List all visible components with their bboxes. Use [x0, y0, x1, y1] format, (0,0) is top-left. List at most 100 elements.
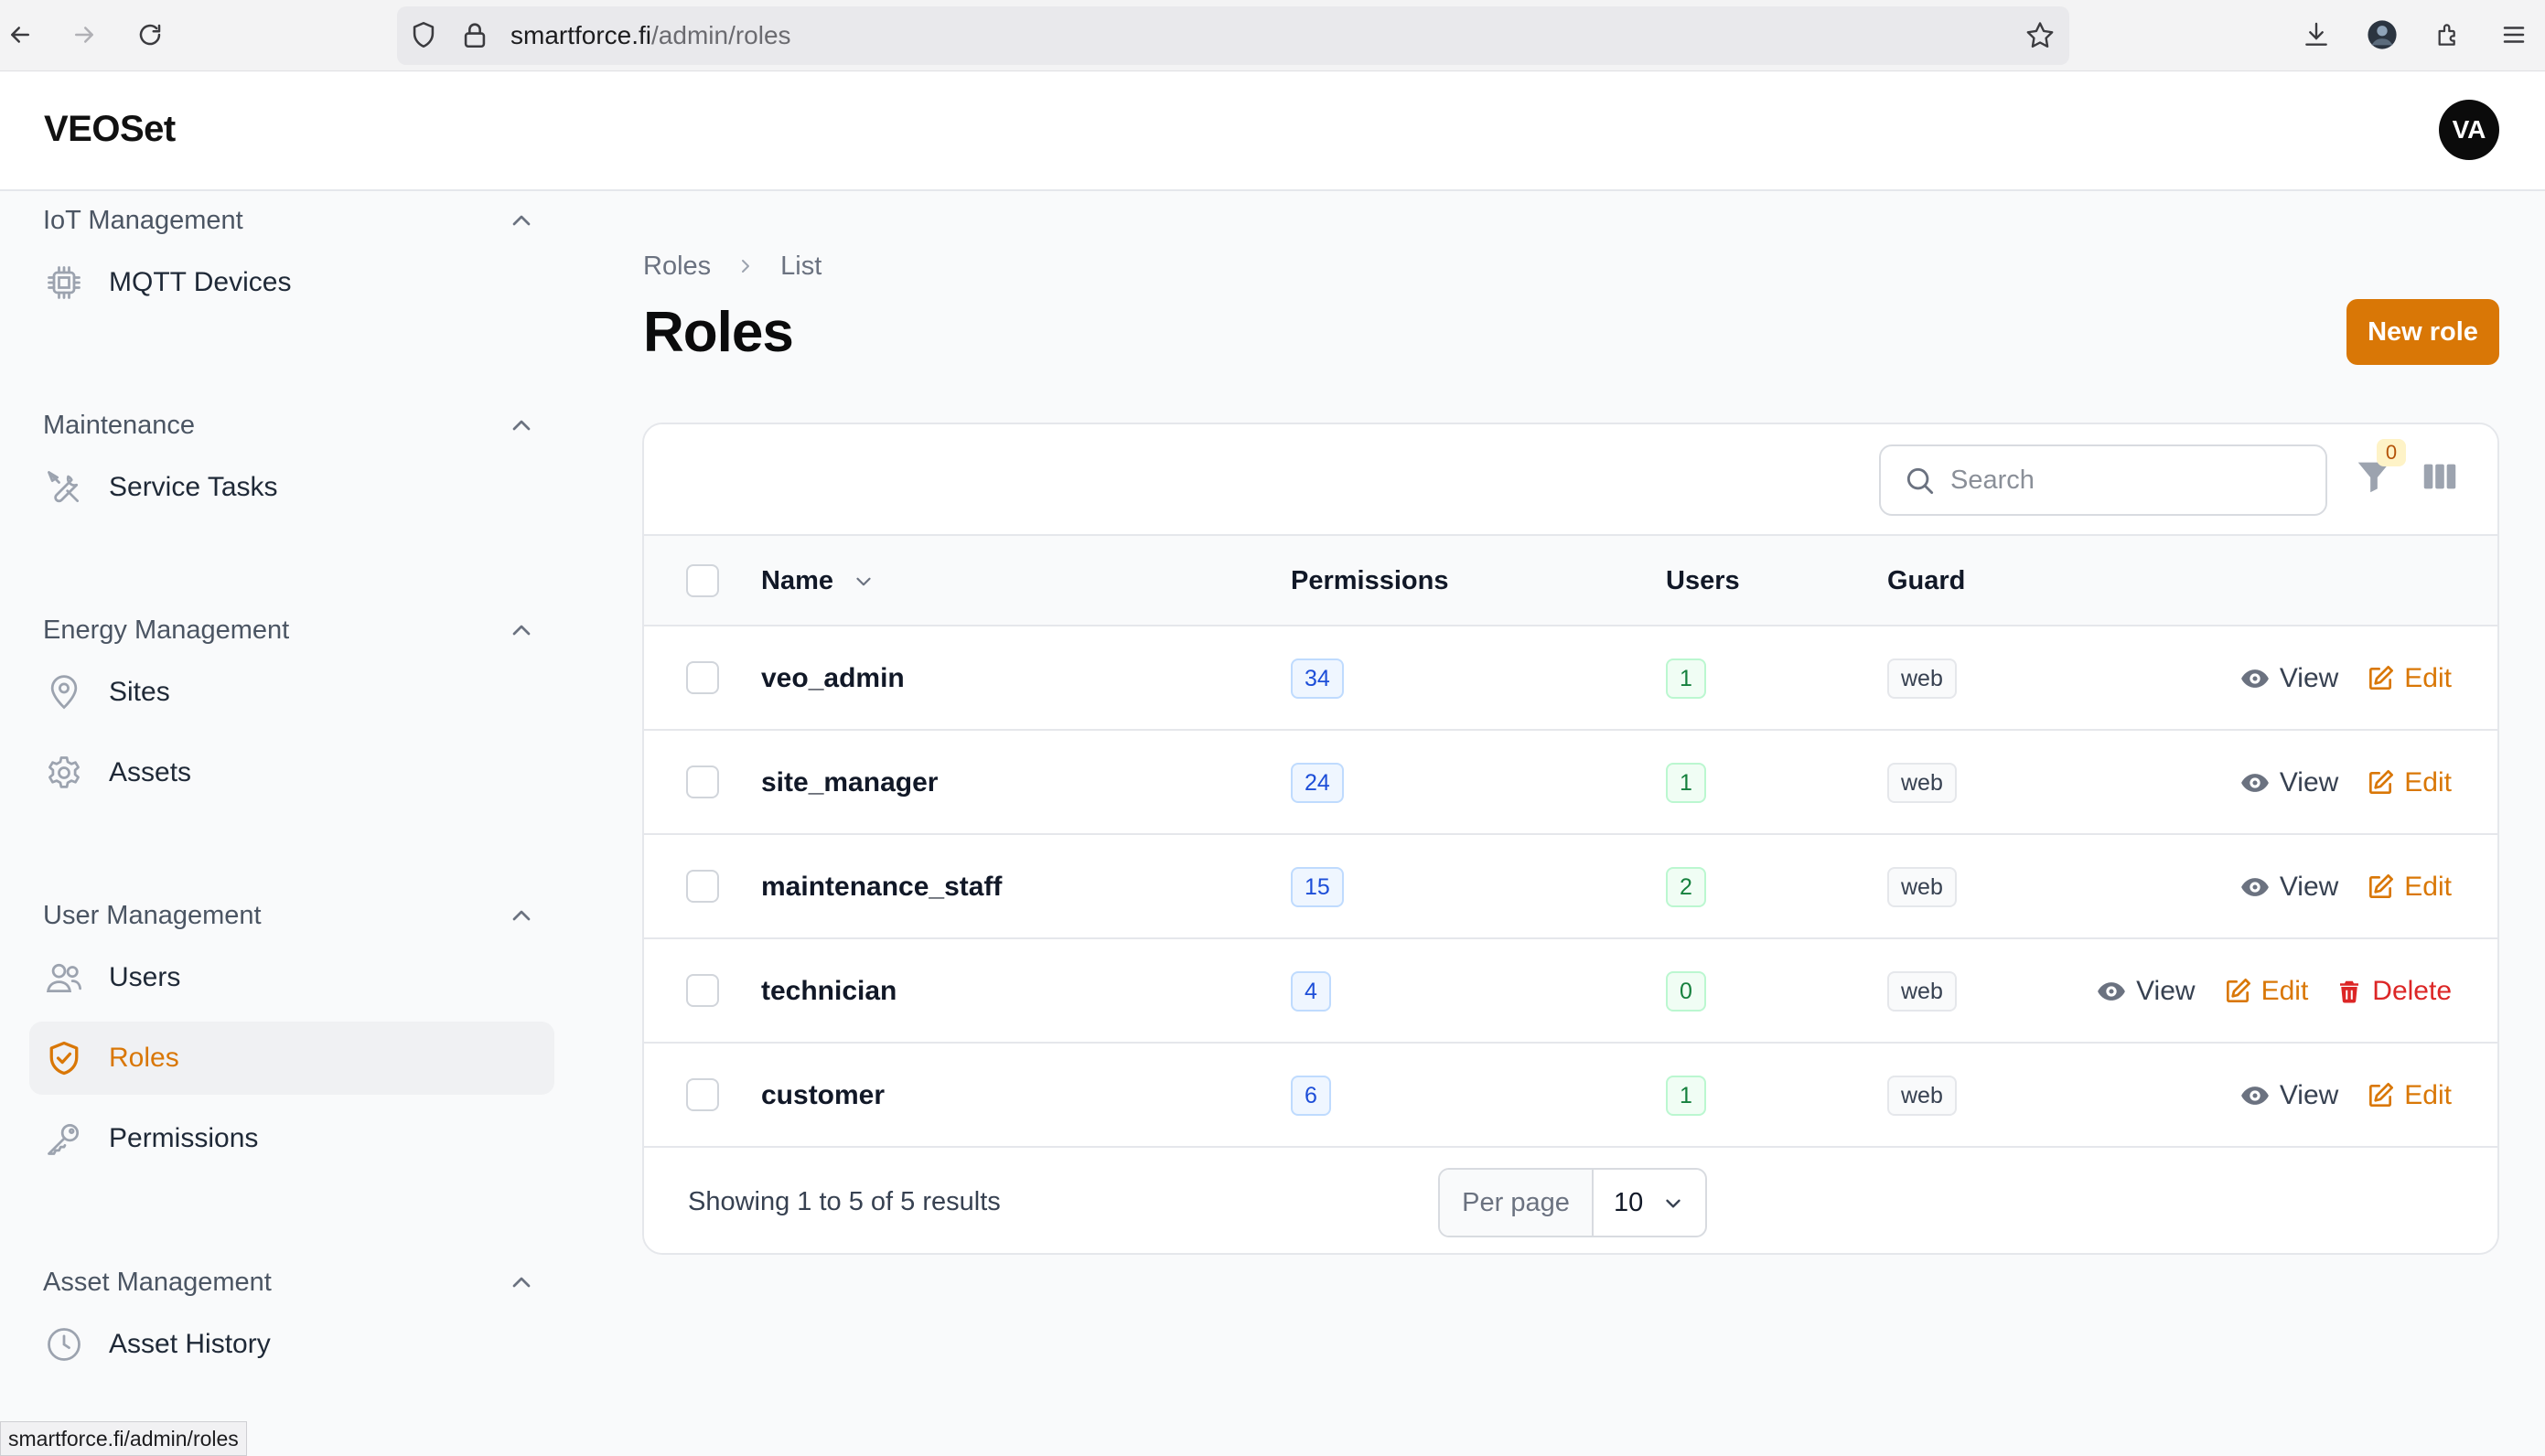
columns-toggle-icon[interactable] — [2419, 455, 2464, 501]
row-checkbox[interactable] — [686, 765, 719, 798]
edit-action[interactable]: Edit — [2366, 872, 2452, 903]
users-count-badge: 1 — [1666, 1076, 1706, 1116]
sidebar-group-title[interactable]: User Management — [43, 888, 262, 943]
sidebar-item-roles[interactable]: Roles — [29, 1022, 554, 1095]
sidebar-item-sites[interactable]: Sites — [29, 656, 554, 729]
sidebar-item-label: Service Tasks — [109, 472, 278, 502]
brand-logo[interactable]: VEOSet — [44, 109, 176, 150]
user-avatar[interactable]: VA — [2439, 100, 2499, 160]
lock-icon[interactable] — [459, 19, 490, 50]
sidebar-item-label: Asset History — [109, 1329, 271, 1359]
row-actions: View Edit — [2239, 1044, 2452, 1148]
guard-badge: web — [1887, 658, 1957, 699]
edit-action[interactable]: Edit — [2366, 663, 2452, 694]
row-checkbox[interactable] — [686, 1078, 719, 1111]
pencil-square-icon — [2369, 666, 2394, 690]
users-count-badge: 1 — [1666, 763, 1706, 803]
view-action[interactable]: View — [2239, 663, 2338, 694]
search-box[interactable] — [1879, 444, 2327, 516]
app-menu-icon[interactable] — [2496, 16, 2532, 53]
eye-icon — [2240, 774, 2269, 792]
edit-action[interactable]: Edit — [2366, 767, 2452, 798]
chevron-down-icon[interactable] — [852, 570, 875, 594]
sidebar-item-label: Permissions — [109, 1123, 259, 1153]
view-action[interactable]: View — [2239, 1080, 2338, 1111]
filter-count-badge: 0 — [2377, 439, 2406, 466]
url-text: smartforce.fi/admin/roles — [510, 19, 791, 52]
role-name: veo_admin — [761, 663, 905, 693]
chevron-up-icon[interactable] — [507, 411, 536, 440]
pencil-square-icon — [2369, 874, 2394, 898]
table-row[interactable]: customer 6 1 web View Edit — [644, 1044, 2497, 1148]
per-page-label: Per page — [1440, 1170, 1594, 1236]
delete-label: Delete — [2372, 976, 2452, 1006]
pencil-square-icon — [2369, 1083, 2394, 1107]
chevron-up-icon[interactable] — [507, 616, 536, 645]
users-count-badge: 0 — [1666, 971, 1706, 1012]
sidebar-item-asset-history[interactable]: Asset History — [29, 1308, 554, 1381]
permissions-count-badge: 15 — [1291, 867, 1344, 907]
column-header-users: Users — [1666, 566, 1740, 595]
sidebar-item-users[interactable]: Users — [29, 941, 554, 1014]
row-checkbox[interactable] — [686, 870, 719, 903]
edit-action[interactable]: Edit — [2223, 976, 2308, 1007]
sidebar-group-title[interactable]: IoT Management — [43, 193, 243, 248]
sidebar-item-permissions[interactable]: Permissions — [29, 1102, 554, 1175]
users-count-badge: 1 — [1666, 658, 1706, 699]
select-all-checkbox[interactable] — [686, 564, 719, 597]
sidebar-group-title[interactable]: Maintenance — [43, 398, 195, 453]
sidebar-group-title[interactable]: Energy Management — [43, 603, 289, 658]
per-page-select[interactable]: 10 — [1594, 1170, 1705, 1236]
column-header-name[interactable]: Name — [761, 536, 875, 626]
permissions-count-badge: 6 — [1291, 1076, 1331, 1116]
extensions-icon[interactable] — [2430, 16, 2466, 53]
key-icon — [44, 1119, 84, 1159]
table-row[interactable]: maintenance_staff 15 2 web View Edit — [644, 835, 2497, 939]
breadcrumb-roles-link[interactable]: Roles — [643, 252, 711, 282]
chevron-up-icon[interactable] — [507, 206, 536, 235]
chevron-down-icon — [1661, 1192, 1685, 1215]
reload-icon[interactable] — [130, 15, 170, 55]
edit-action[interactable]: Edit — [2366, 1080, 2452, 1111]
sidebar-item-label: MQTT Devices — [109, 267, 292, 297]
role-name: technician — [761, 976, 897, 1006]
sidebar-group-title[interactable]: Asset Management — [43, 1255, 272, 1310]
chevron-up-icon[interactable] — [507, 1268, 536, 1297]
pencil-square-icon — [2369, 770, 2394, 794]
sidebar-item-label: Sites — [109, 677, 170, 707]
per-page-control: Per page 10 — [1438, 1168, 1707, 1237]
tracking-shield-icon[interactable] — [408, 19, 439, 50]
profile-avatar-icon[interactable] — [2364, 16, 2400, 53]
eye-icon — [2240, 878, 2269, 896]
role-name: customer — [761, 1080, 886, 1110]
sidebar-item-assets[interactable]: Assets — [29, 736, 554, 809]
view-action[interactable]: View — [2239, 767, 2338, 798]
chevron-up-icon[interactable] — [507, 901, 536, 930]
sidebar-item-mqtt-devices[interactable]: MQTT Devices — [29, 246, 554, 319]
row-checkbox[interactable] — [686, 974, 719, 1007]
sidebar-item-service-tasks[interactable]: Service Tasks — [29, 451, 554, 524]
sidebar-item-label: Users — [109, 962, 181, 992]
search-input[interactable] — [1950, 455, 2307, 505]
row-checkbox[interactable] — [686, 661, 719, 694]
back-icon[interactable] — [0, 15, 40, 55]
cpu-chip-icon — [44, 262, 84, 303]
edit-label: Edit — [2404, 872, 2452, 902]
bookmark-star-icon[interactable] — [2024, 19, 2056, 52]
guard-badge: web — [1887, 971, 1957, 1012]
clock-icon — [44, 1324, 84, 1365]
table-row[interactable]: veo_admin 34 1 web View Edit — [644, 626, 2497, 731]
new-role-button[interactable]: New role — [2346, 299, 2499, 365]
table-row[interactable]: site_manager 24 1 web View Edit — [644, 731, 2497, 835]
app-header: VEOSet VA — [0, 72, 2545, 191]
forward-icon[interactable] — [64, 15, 104, 55]
view-action[interactable]: View — [2096, 976, 2196, 1007]
table-row[interactable]: technician 4 0 web View Edit Delete — [644, 939, 2497, 1044]
address-bar[interactable]: smartforce.fi/admin/roles — [397, 6, 2069, 65]
edit-label: Edit — [2404, 767, 2452, 798]
view-action[interactable]: View — [2239, 872, 2338, 903]
delete-action[interactable]: Delete — [2336, 976, 2452, 1007]
view-label: View — [2279, 1080, 2339, 1110]
view-label: View — [2279, 663, 2339, 693]
downloads-icon[interactable] — [2298, 16, 2335, 53]
